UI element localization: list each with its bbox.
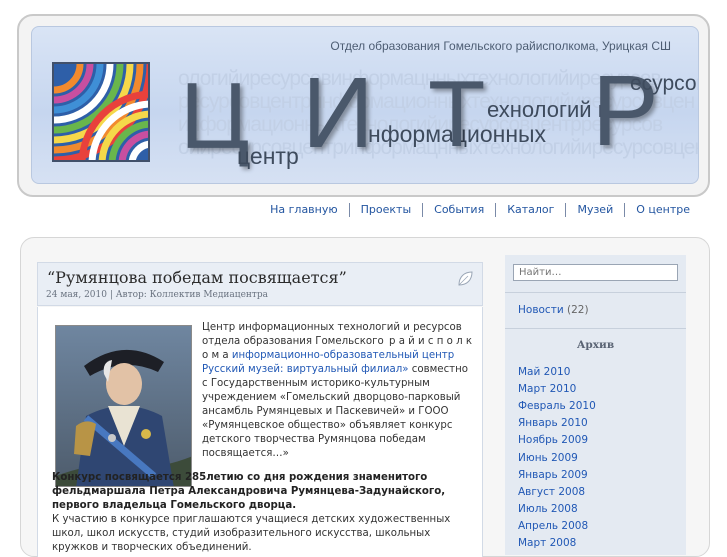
archive-item[interactable]: Март 2010 (518, 382, 576, 396)
archive-heading: Архив (576, 339, 615, 351)
nav-catalog[interactable]: Каталог (495, 203, 565, 217)
post-bold-paragraph: Конкурс посвящается 285летию со дня рожд… (52, 472, 446, 511)
archive-item[interactable]: Апрель 2008 (518, 519, 588, 533)
archive-item[interactable]: Январь 2009 (518, 468, 588, 482)
category-news-link[interactable]: Новости (22) (518, 304, 589, 316)
portrait-image (55, 325, 192, 487)
post-intro-continued: совместно с Государственным историко-кул… (202, 364, 469, 459)
search-input[interactable] (513, 264, 678, 281)
logo-word-center: центр (237, 143, 299, 169)
post-meta: 24 мая, 2010 | Автор: Коллектив Медиацен… (46, 290, 269, 300)
archive-item[interactable]: Август 2008 (518, 485, 585, 499)
category-label[interactable]: Новости (518, 304, 564, 316)
archive-item[interactable]: Январь 2010 (518, 416, 588, 430)
archive-item[interactable]: Июнь 2009 (518, 451, 578, 465)
post-header: “Румянцова победам посвящается” 24 мая, … (37, 262, 483, 306)
site-header: ологийиресурсовинформацнныхтехнологийире… (17, 14, 710, 197)
nav-events[interactable]: События (422, 203, 495, 217)
main-navigation: На главную Проекты События Каталог Музей… (259, 203, 701, 217)
header-tagline: Отдел образования Гомельского райисполко… (330, 39, 671, 53)
rainbow-logo-icon (52, 62, 150, 162)
archive-item[interactable]: Июль 2008 (518, 502, 578, 516)
archive-item[interactable]: Февраль 2010 (518, 399, 596, 413)
archive-item[interactable]: Май 2010 (518, 365, 570, 379)
archive-item[interactable]: Ноябрь 2009 (518, 433, 588, 447)
logo-letter-t: Т (428, 61, 486, 166)
post-title[interactable]: “Румянцова победам посвящается” (47, 268, 347, 287)
post-intro-paragraph: Центр информационных технологий и ресурс… (202, 321, 472, 461)
logo-word-resources: есурсов (630, 72, 698, 95)
archive-item[interactable]: Март 2008 (518, 536, 576, 550)
nav-museum[interactable]: Музей (565, 203, 624, 217)
nav-home[interactable]: На главную (259, 203, 349, 217)
nav-projects[interactable]: Проекты (348, 203, 423, 217)
sidebar-divider (505, 292, 686, 293)
header-banner[interactable]: ологийиресурсовинформацнныхтехнологийире… (31, 26, 699, 184)
category-count: (22) (567, 304, 589, 316)
background-text-line: ологийиресурсовинформацнныхтехнологийире… (178, 67, 662, 90)
comment-leaf-icon[interactable] (456, 270, 474, 288)
sidebar-divider (505, 328, 686, 329)
nav-about[interactable]: О центре (624, 203, 701, 217)
logo-letter-i: И (302, 57, 374, 169)
post-body-paragraph: К участию в конкурсе приглашаются учащие… (52, 514, 451, 553)
